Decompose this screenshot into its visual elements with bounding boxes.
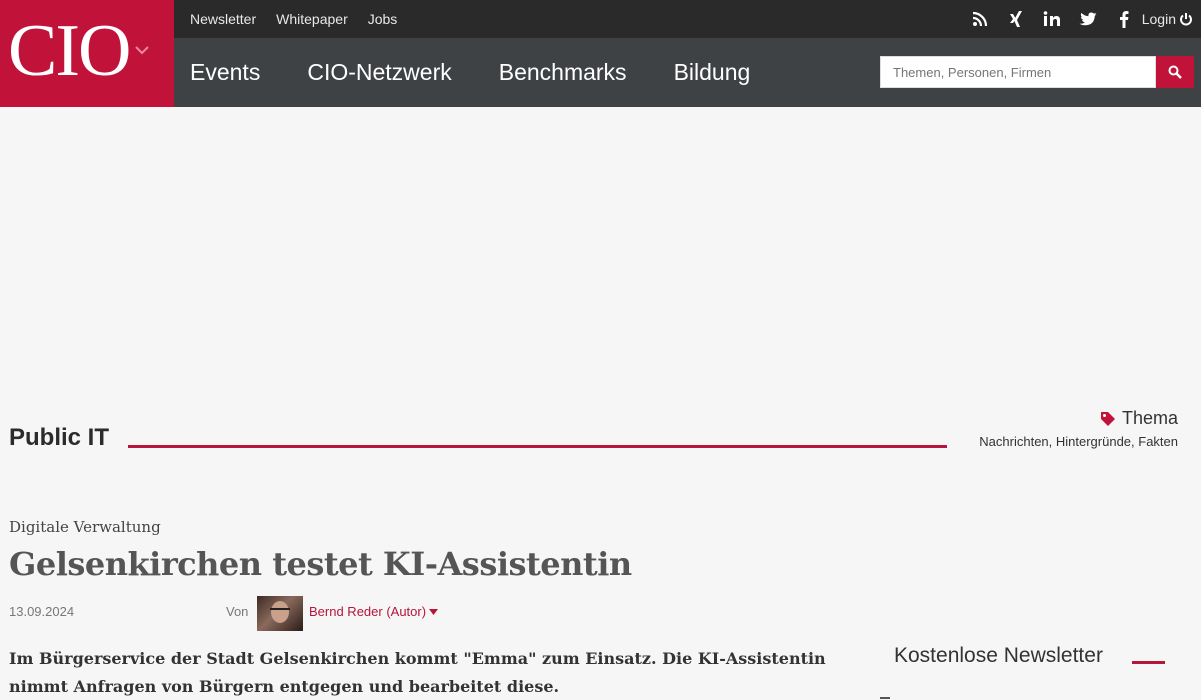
by-label: Von xyxy=(226,604,249,619)
thema-subtitle: Nachrichten, Hintergründe, Fakten xyxy=(979,434,1178,449)
linkedin-icon[interactable] xyxy=(1034,0,1070,38)
search-input[interactable] xyxy=(880,56,1156,88)
newsletter-heading: Kostenlose Newsletter xyxy=(894,644,1103,667)
tag-icon xyxy=(1100,411,1115,426)
newsletter-divider xyxy=(1132,661,1165,664)
newsletter-list-marker xyxy=(880,697,890,699)
section-title[interactable]: Public IT xyxy=(9,424,109,452)
search-button[interactable] xyxy=(1156,56,1194,88)
xing-icon[interactable] xyxy=(998,0,1034,38)
top-nav: Newsletter Whitepaper Jobs xyxy=(190,0,397,38)
twitter-icon[interactable] xyxy=(1070,0,1106,38)
cio-logo[interactable]: CIO xyxy=(0,0,174,107)
main-nav-bar: Events CIO-Netzwerk Benchmarks Bildung xyxy=(174,38,1201,107)
login-link[interactable]: Login xyxy=(1142,11,1193,27)
topnav-whitepaper[interactable]: Whitepaper xyxy=(276,11,348,27)
article-headline: Gelsenkirchen testet KI-Assistentin xyxy=(9,545,632,583)
search-icon xyxy=(1168,65,1182,79)
nav-events[interactable]: Events xyxy=(190,59,260,86)
author-link[interactable]: Bernd Reder (Autor) xyxy=(309,604,439,619)
rss-icon[interactable] xyxy=(962,0,998,38)
author-name: Bernd Reder (Autor) xyxy=(309,604,427,619)
nav-benchmarks[interactable]: Benchmarks xyxy=(499,59,627,86)
topnav-jobs[interactable]: Jobs xyxy=(368,11,398,27)
thema-label: Thema xyxy=(1121,408,1178,428)
caret-down-icon xyxy=(429,608,439,615)
avatar-face xyxy=(271,601,289,623)
topnav-newsletter[interactable]: Newsletter xyxy=(190,11,256,27)
social-links: Login xyxy=(962,0,1193,38)
site-header: CIO Newsletter Whitepaper Jobs Login Eve… xyxy=(0,0,1201,107)
article-date: 13.09.2024 xyxy=(9,604,75,619)
nav-bildung[interactable]: Bildung xyxy=(674,59,751,86)
section-divider xyxy=(128,445,947,448)
login-label: Login xyxy=(1141,11,1176,27)
thema-link[interactable]: Thema xyxy=(1100,408,1178,429)
facebook-icon[interactable] xyxy=(1106,0,1142,38)
avatar-glasses xyxy=(270,608,290,612)
chevron-down-icon[interactable] xyxy=(134,42,150,58)
nav-cio-netzwerk[interactable]: CIO-Netzwerk xyxy=(307,59,451,86)
main-nav: Events CIO-Netzwerk Benchmarks Bildung xyxy=(190,38,750,107)
logo-text: CIO xyxy=(8,10,131,92)
article-teaser: Im Bürgerservice der Stadt Gelsenkirchen… xyxy=(9,649,826,696)
author-avatar[interactable] xyxy=(257,596,303,631)
article-kicker: Digitale Verwaltung xyxy=(9,518,161,536)
power-icon xyxy=(1180,13,1192,26)
top-bar: Newsletter Whitepaper Jobs Login xyxy=(174,0,1201,38)
